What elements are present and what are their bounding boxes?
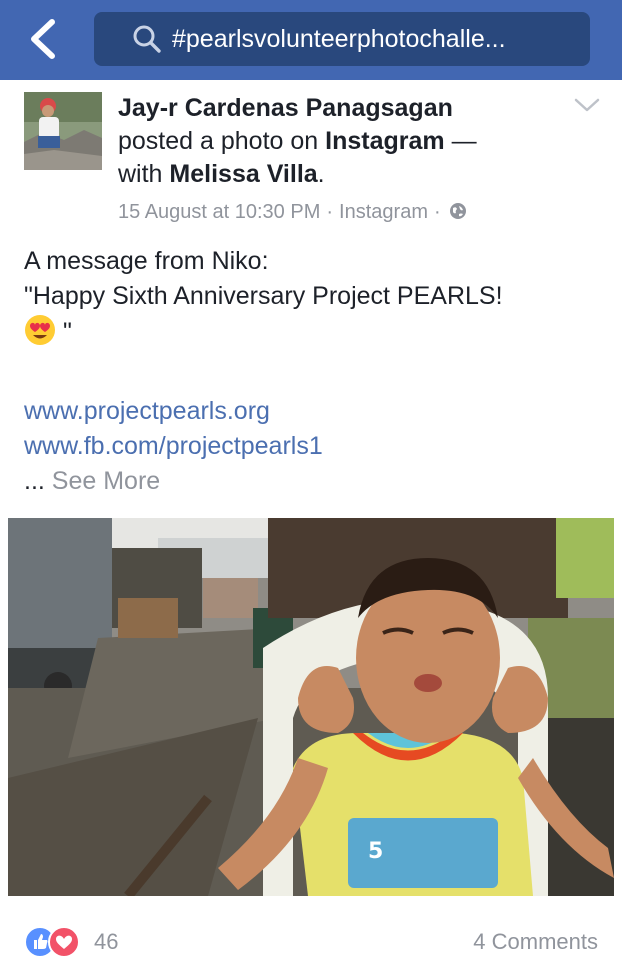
with-text: with <box>118 160 163 188</box>
facebook-page-link[interactable]: www.fb.com/projectpearls1 <box>24 429 323 463</box>
meta-separator: · <box>326 201 334 223</box>
post-photo[interactable]: 5 <box>8 518 614 896</box>
post-meta: 15 August at 10:30 PM · Instagram · <box>118 198 467 226</box>
message-line: A message from Niko: <box>24 247 269 275</box>
see-more-link[interactable]: See More <box>52 467 160 495</box>
action-dash: — <box>451 127 477 155</box>
app-name-link[interactable]: Instagram <box>325 127 444 155</box>
back-button[interactable] <box>22 14 66 64</box>
website-link[interactable]: www.projectpearls.org <box>24 394 270 428</box>
love-icon <box>48 926 80 958</box>
globe-icon <box>449 203 466 219</box>
post-options-button[interactable] <box>572 96 602 116</box>
timestamp[interactable]: 15 August at 10:30 PM <box>118 201 320 223</box>
comments-link[interactable]: 4 Comments <box>473 926 598 958</box>
reaction-count: 46 <box>94 929 119 954</box>
closing-quote: " <box>62 318 72 346</box>
with-period: . <box>317 160 325 188</box>
search-query: #pearlsvolunteerphotochalle... <box>172 25 506 53</box>
tagged-person[interactable]: Melissa Villa <box>169 160 317 188</box>
chevron-left-icon <box>31 19 55 59</box>
action-text: posted a photo on <box>118 127 319 155</box>
ellipsis: ... <box>24 467 45 495</box>
see-more-row: ... See More <box>24 464 160 498</box>
post-source: Instagram <box>339 201 428 223</box>
heart-eyes-emoji <box>25 315 55 345</box>
search-field[interactable]: #pearlsvolunteerphotochalle... <box>94 12 590 66</box>
message-line: " <box>24 314 604 350</box>
post-message: A message from Niko: "Happy Sixth Annive… <box>24 244 604 350</box>
message-line: "Happy Sixth Anniversary Project PEARLS! <box>24 282 503 310</box>
author-name[interactable]: Jay-r Cardenas Panagsagan <box>118 94 453 122</box>
chevron-down-icon <box>574 98 600 112</box>
meta-separator: · <box>433 201 441 223</box>
svg-text:5: 5 <box>368 839 383 864</box>
top-bar: #pearlsvolunteerphotochalle... <box>0 0 622 80</box>
post-header: Jay-r Cardenas Panagsagan posted a photo… <box>118 92 558 191</box>
search-icon <box>133 25 161 53</box>
author-avatar[interactable] <box>24 92 102 170</box>
